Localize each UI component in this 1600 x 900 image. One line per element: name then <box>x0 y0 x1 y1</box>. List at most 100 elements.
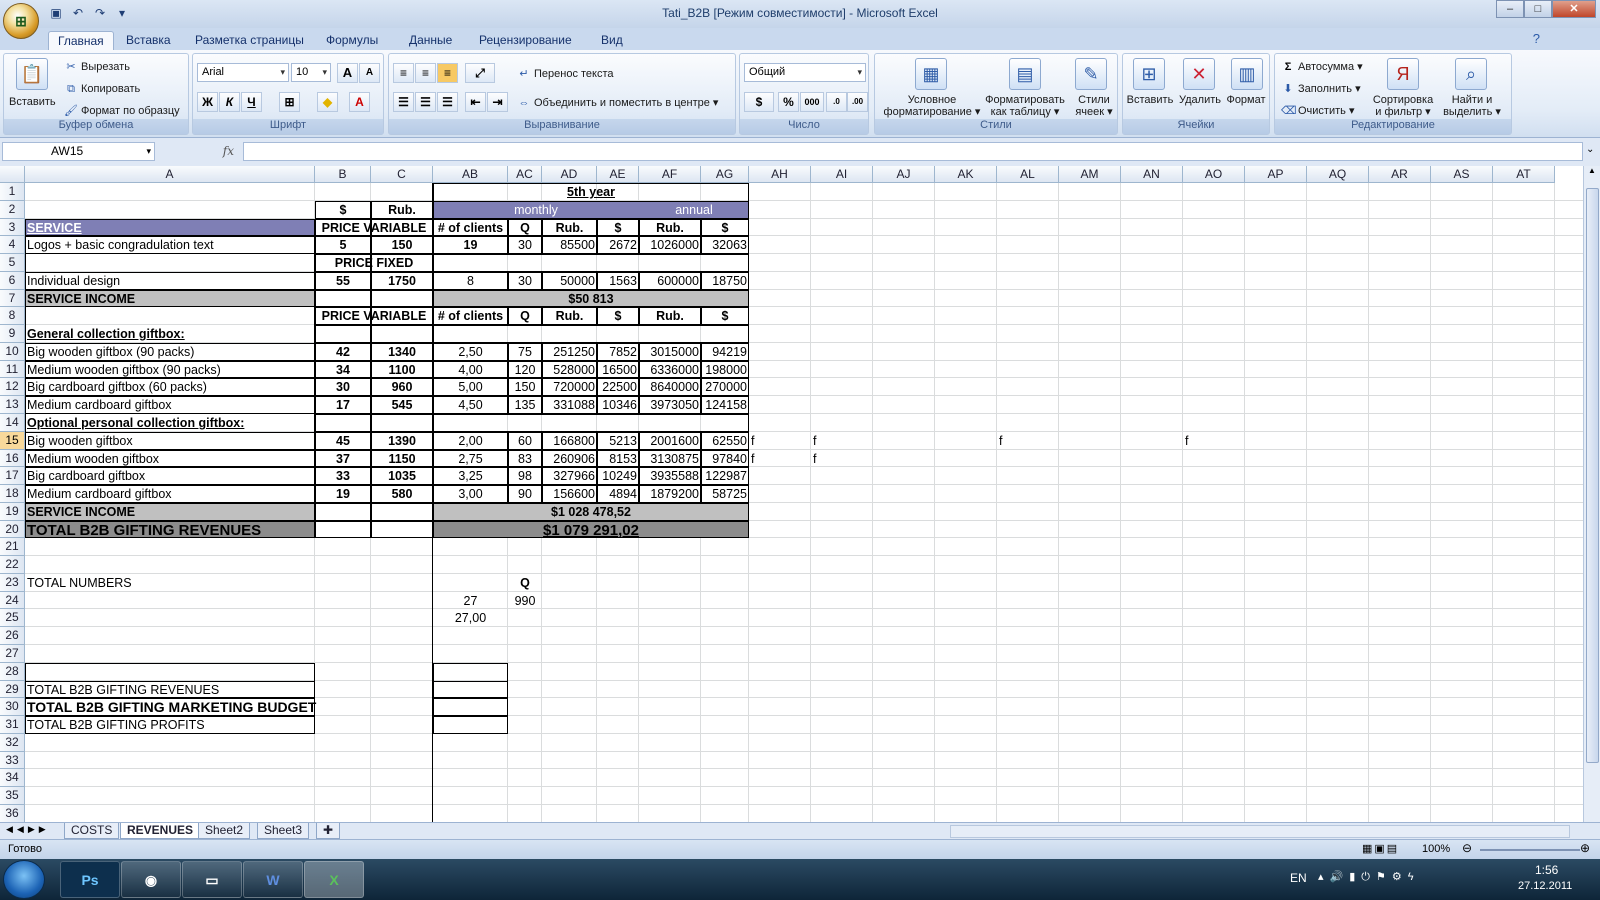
vertical-scrollbar[interactable]: ▲ <box>1583 166 1600 822</box>
increase-indent-icon[interactable]: ⇥ <box>487 92 508 112</box>
column-header-b[interactable]: B <box>315 166 371 183</box>
cell-b6[interactable]: 55 <box>315 273 371 289</box>
fill-button[interactable]: ⬇ Заполнить ▾ <box>1281 82 1360 96</box>
row-header-32[interactable]: 32 <box>0 733 25 752</box>
name-box[interactable]: AW15 <box>2 142 155 161</box>
cell-a4[interactable]: Logos + basic congradulation text <box>25 237 315 253</box>
cell-c17[interactable]: 1035 <box>371 468 433 484</box>
cell-ab13[interactable]: 4,50 <box>433 397 508 413</box>
row-header-26[interactable]: 26 <box>0 627 25 646</box>
row-header-5[interactable]: 5 <box>0 254 25 272</box>
cell-ab17[interactable]: 3,25 <box>433 468 508 484</box>
cell-ae6[interactable]: 1563 <box>597 273 639 289</box>
conditional-format-icon[interactable]: ▦ <box>915 58 947 90</box>
cell-a31[interactable]: TOTAL B2B GIFTING PROFITS <box>25 717 315 733</box>
decrease-indent-icon[interactable]: ⇤ <box>465 92 486 112</box>
format-table-icon[interactable]: ▤ <box>1009 58 1041 90</box>
cell-ag10[interactable]: 94219 <box>701 344 749 360</box>
align-bottom-icon[interactable]: ≡ <box>437 63 458 83</box>
cell-a15[interactable]: Big wooden giftbox <box>25 433 315 449</box>
cell-ag11[interactable]: 198000 <box>701 362 749 378</box>
cell-a16[interactable]: Medium wooden giftbox <box>25 451 315 467</box>
format-table-button[interactable]: Форматировать как таблицу ▾ <box>979 94 1071 118</box>
cell-a18[interactable]: Medium cardboard giftbox <box>25 486 315 502</box>
zoom-out-icon[interactable]: ⊖ <box>1462 841 1472 855</box>
cell-ag6[interactable]: 18750 <box>701 273 749 289</box>
row-header-13[interactable]: 13 <box>0 396 25 414</box>
cell-ag16[interactable]: 97840 <box>701 451 749 467</box>
align-top-icon[interactable]: ≡ <box>393 63 414 83</box>
cell-b12[interactable]: 30 <box>315 379 371 395</box>
cell-ab6[interactable]: 8 <box>433 273 508 289</box>
language-indicator[interactable]: EN <box>1290 871 1307 885</box>
row-header-34[interactable]: 34 <box>0 769 25 788</box>
row-header-1[interactable]: 1 <box>0 183 25 201</box>
cell-ae11[interactable]: 16500 <box>597 362 639 378</box>
row-header-11[interactable]: 11 <box>0 360 25 379</box>
cell-ab24[interactable]: 27 <box>433 593 508 609</box>
cell-ac8[interactable]: Q <box>508 308 542 324</box>
grow-font-button[interactable]: A <box>337 63 358 83</box>
cell-ab12[interactable]: 5,00 <box>433 379 508 395</box>
cell-af4[interactable]: 1026000 <box>639 237 701 253</box>
sheet-tab-costs[interactable]: COSTS <box>64 823 120 839</box>
cell-ac23[interactable]: Q <box>508 575 542 591</box>
row-header-9[interactable]: 9 <box>0 325 25 343</box>
column-header-at[interactable]: AT <box>1493 166 1555 183</box>
cell-ad11[interactable]: 528000 <box>542 362 597 378</box>
cell-ac11[interactable]: 120 <box>508 362 542 378</box>
cell-ad10[interactable]: 251250 <box>542 344 597 360</box>
column-header-ab[interactable]: AB <box>433 166 508 183</box>
increase-decimal-icon[interactable]: .0 <box>826 92 847 112</box>
delete-cells-icon[interactable]: ✕ <box>1183 58 1215 90</box>
cell-c13[interactable]: 545 <box>371 397 433 413</box>
cell-ag15[interactable]: 62550 <box>701 433 749 449</box>
start-button[interactable] <box>3 860 45 899</box>
cell-ac4[interactable]: 30 <box>508 237 542 253</box>
decrease-decimal-icon[interactable]: .00 <box>847 92 868 112</box>
column-header-ac[interactable]: AC <box>508 166 542 183</box>
cell-ao15[interactable]: f <box>1183 433 1245 449</box>
cell-ag8[interactable]: $ <box>701 308 749 324</box>
row-header-14[interactable]: 14 <box>0 414 25 432</box>
thousands-button[interactable]: 000 <box>800 92 824 112</box>
row-header-7[interactable]: 7 <box>0 289 25 308</box>
tab-insert[interactable]: Вставка <box>117 31 180 50</box>
cell-ac10[interactable]: 75 <box>508 344 542 360</box>
cell-ad6[interactable]: 50000 <box>542 273 597 289</box>
cell-ac17[interactable]: 98 <box>508 468 542 484</box>
find-select-button[interactable]: Найти и выделить ▾ <box>1437 94 1507 118</box>
tray-icons[interactable]: ▴🔊▮⏻⚑⚙ϟ <box>1318 870 1420 884</box>
cell-a7[interactable]: SERVICE INCOME <box>25 291 315 307</box>
cell-ac24[interactable]: 990 <box>508 593 542 609</box>
underline-button[interactable]: Ч <box>241 92 262 112</box>
cell-ab8[interactable]: # of clients <box>433 308 508 324</box>
paste-icon[interactable]: 📋 <box>16 58 48 90</box>
cell-ab18[interactable]: 3,00 <box>433 486 508 502</box>
cell-c2[interactable]: Rub. <box>371 202 433 218</box>
formula-input[interactable] <box>243 142 1583 161</box>
cell-c11[interactable]: 1100 <box>371 362 433 378</box>
cell-ad18[interactable]: 156600 <box>542 486 597 502</box>
align-right-icon[interactable]: ☰ <box>437 92 458 112</box>
cell-a19[interactable]: SERVICE INCOME <box>25 504 315 520</box>
insert-sheet-icon[interactable]: ✚ <box>316 823 341 839</box>
maximize-button[interactable]: □ <box>1524 0 1552 18</box>
cell-ae4[interactable]: 2672 <box>597 237 639 253</box>
insert-cells-icon[interactable]: ⊞ <box>1133 58 1165 90</box>
row-header-16[interactable]: 16 <box>0 449 25 468</box>
row-header-15[interactable]: 15 <box>0 431 25 450</box>
cell-ad13[interactable]: 331088 <box>542 397 597 413</box>
row-header-35[interactable]: 35 <box>0 787 25 805</box>
cell-ah16[interactable]: f <box>749 451 811 467</box>
cell-ac18[interactable]: 90 <box>508 486 542 502</box>
cell-c12[interactable]: 960 <box>371 379 433 395</box>
cell-ad12[interactable]: 720000 <box>542 379 597 395</box>
cell-ab4[interactable]: 19 <box>433 237 508 253</box>
column-header-ag[interactable]: AG <box>701 166 749 183</box>
sort-filter-icon[interactable]: Я <box>1387 58 1419 90</box>
cell-b5[interactable]: PRICE FIXED <box>315 255 433 271</box>
cell-ac13[interactable]: 135 <box>508 397 542 413</box>
borders-icon[interactable]: ⊞ <box>279 92 300 112</box>
cell-ab3[interactable]: # of clients <box>433 220 508 236</box>
